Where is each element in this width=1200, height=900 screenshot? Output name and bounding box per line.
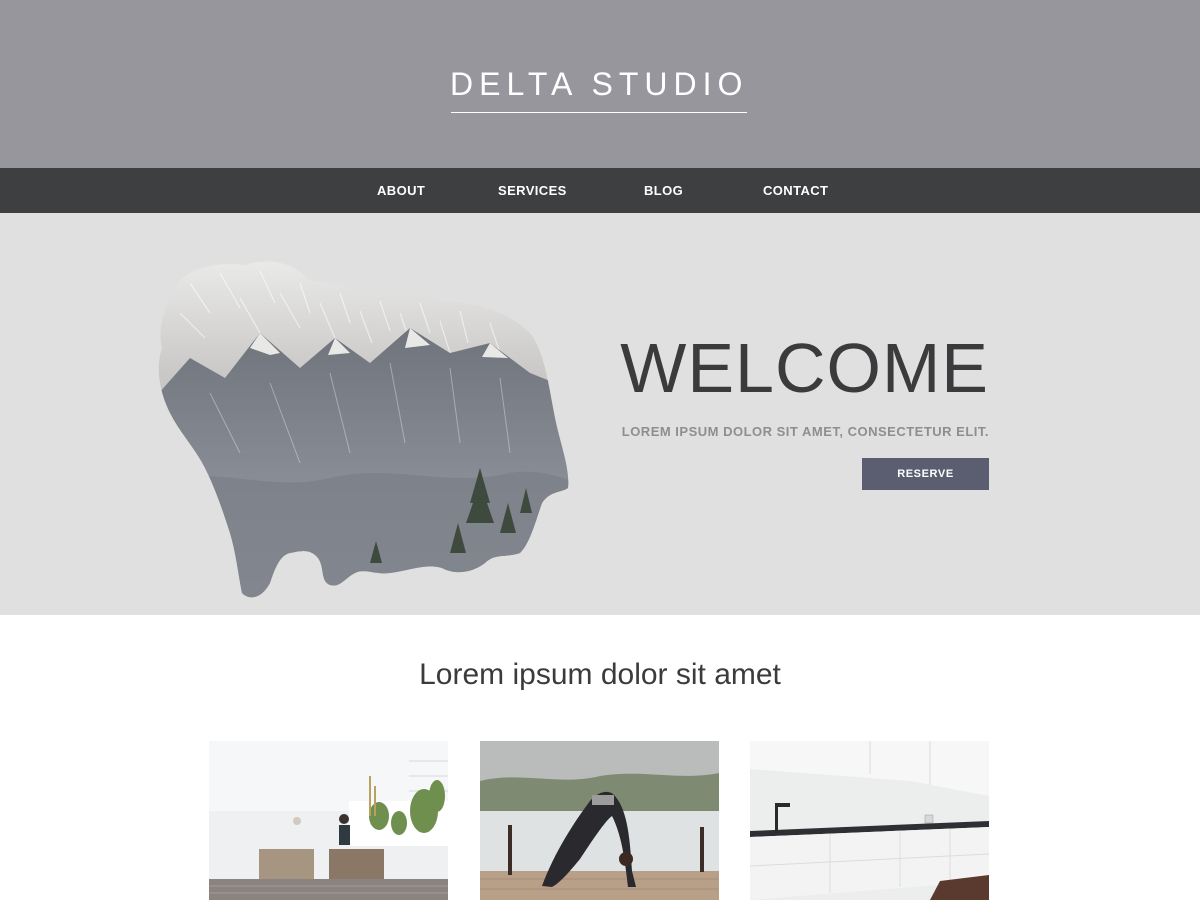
nav-services[interactable]: SERVICES (498, 168, 567, 213)
nav-about[interactable]: ABOUT (377, 168, 425, 213)
gallery-card-kitchen[interactable] (750, 741, 989, 900)
nav-blog[interactable]: BLOG (644, 168, 683, 213)
hero-title: WELCOME (620, 329, 989, 407)
yoga-pose-lake-photo (480, 741, 719, 900)
section-heading: Lorem ipsum dolor sit amet (419, 658, 781, 691)
hero-subtitle: LOREM IPSUM DOLOR SIT AMET, CONSECTETUR … (621, 424, 989, 439)
nav-contact[interactable]: CONTACT (763, 168, 828, 213)
site-header: DELTA STUDIO (0, 0, 1200, 168)
gallery-card-yoga[interactable] (480, 741, 719, 900)
bear-mountain-image (158, 261, 569, 598)
rooftop-terrace-photo (209, 741, 448, 900)
reserve-button[interactable]: RESERVE (862, 458, 989, 490)
white-kitchen-photo (750, 741, 989, 900)
brand-logo[interactable]: DELTA STUDIO (450, 66, 747, 103)
brand-underline (451, 112, 747, 113)
gallery-card-terrace[interactable] (209, 741, 448, 900)
main-nav: ABOUT SERVICES BLOG CONTACT (0, 168, 1200, 213)
hero-section: WELCOME LOREM IPSUM DOLOR SIT AMET, CONS… (0, 213, 1200, 615)
